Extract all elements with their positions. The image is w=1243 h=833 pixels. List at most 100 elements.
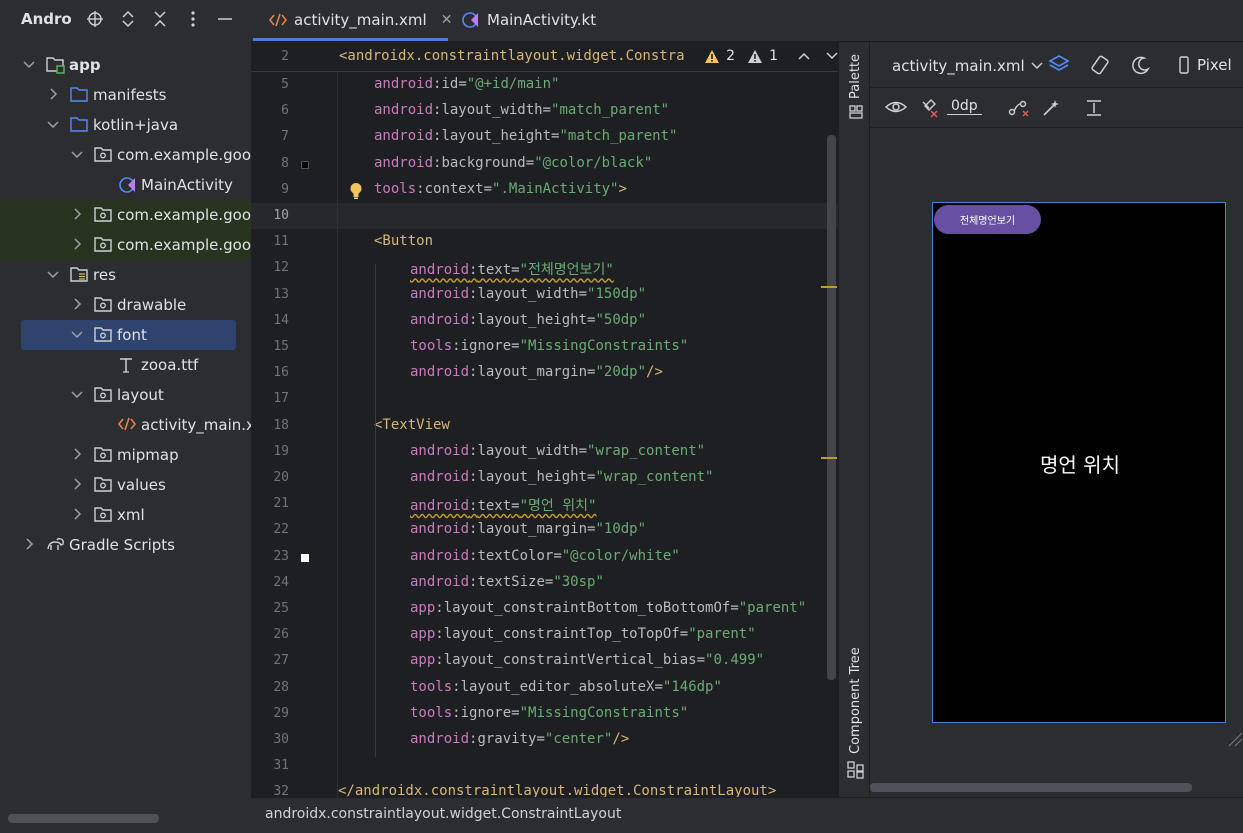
preview-button[interactable]: 전체명언보기	[934, 205, 1041, 234]
tree-item[interactable]: Gradle Scripts	[0, 530, 251, 560]
code-line[interactable]: 29 tools:ignore="MissingConstraints"	[251, 701, 838, 727]
code-line[interactable]: 23 android:textColor="@color/white"	[251, 544, 838, 570]
preview-textview[interactable]: 명언 위치	[933, 449, 1227, 478]
chevron-down-icon[interactable]	[70, 327, 84, 341]
view-options-icon[interactable]	[884, 98, 908, 120]
chevron-right-icon[interactable]	[70, 507, 84, 521]
tree-item[interactable]: zooa.ttf	[0, 350, 251, 380]
code-line[interactable]: 21 android:text="명언 위치"	[251, 491, 838, 517]
chevron-right-icon[interactable]	[46, 87, 60, 101]
code-line[interactable]: 31	[251, 753, 838, 779]
tree-item[interactable]: values	[0, 470, 251, 500]
locate-icon[interactable]	[85, 9, 105, 29]
component-tree-tab[interactable]: Component Tree	[848, 647, 863, 754]
autoconnect-icon[interactable]	[919, 98, 939, 122]
design-canvas[interactable]: 전체명언보기 명언 위치	[870, 128, 1243, 797]
expand-all-icon[interactable]	[118, 9, 138, 29]
code-line[interactable]: 18 <TextView	[251, 413, 838, 439]
code-line[interactable]: 20 android:layout_height="wrap_content"	[251, 465, 838, 491]
tree-item[interactable]: res	[0, 260, 251, 290]
code-line[interactable]: 32 </androidx.constraintlayout.widget.Con…	[251, 779, 838, 797]
chevron-down-icon[interactable]	[70, 387, 84, 401]
code-line[interactable]: 14 android:layout_height="50dp"	[251, 308, 838, 334]
project-horizontal-scrollbar[interactable]	[8, 814, 159, 823]
chevron-right-icon[interactable]	[70, 207, 84, 221]
code-line[interactable]: 5 android:id="@+id/main"	[251, 72, 838, 98]
color-swatch-icon[interactable]	[301, 553, 309, 562]
chevron-down-icon[interactable]	[46, 267, 60, 281]
phone-preview[interactable]: 전체명언보기 명언 위치	[932, 202, 1226, 723]
project-panel-title[interactable]: Andro	[21, 10, 72, 28]
code-line[interactable]: 30 android:gravity="center"/>	[251, 727, 838, 753]
palette-tab[interactable]: Palette	[848, 54, 863, 99]
color-swatch-icon[interactable]	[301, 160, 309, 169]
tree-item[interactable]: kotlin+java	[0, 110, 251, 140]
minimize-icon[interactable]	[215, 9, 235, 29]
warning-marker[interactable]	[821, 457, 837, 459]
orientation-icon[interactable]	[1089, 54, 1111, 80]
chevron-down-icon[interactable]	[826, 51, 838, 61]
code-line[interactable]: 13 android:layout_width="150dp"	[251, 282, 838, 308]
code-line[interactable]: 10	[251, 203, 838, 229]
code-line[interactable]: 6 android:layout_width="match_parent"	[251, 98, 838, 124]
file-dropdown[interactable]: activity_main.xml	[892, 57, 1043, 75]
breadcrumb[interactable]: androidx.constraintlayout.widget.Constra…	[265, 806, 621, 822]
more-options-icon[interactable]	[183, 9, 203, 29]
guidelines-icon[interactable]	[1084, 98, 1104, 122]
chevron-up-icon[interactable]	[798, 51, 810, 61]
chevron-right-icon[interactable]	[70, 477, 84, 491]
chevron-down-icon[interactable]	[70, 147, 84, 161]
chevron-right-icon[interactable]	[70, 297, 84, 311]
tree-item[interactable]: activity_main.xm	[0, 410, 251, 440]
code-line[interactable]: 15 tools:ignore="MissingConstraints"	[251, 334, 838, 360]
code-editor[interactable]: 5 android:id="@+id/main" 6 android:layout_w…	[251, 42, 838, 797]
tree-item[interactable]: font	[0, 320, 251, 350]
editor-vertical-scrollbar[interactable]	[827, 135, 836, 680]
tree-item[interactable]: manifests	[0, 80, 251, 110]
code-line[interactable]: 28 tools:layout_editor_absoluteX="146dp"	[251, 675, 838, 701]
chevron-down-icon[interactable]	[46, 117, 60, 131]
tree-item[interactable]: mipmap	[0, 440, 251, 470]
night-mode-icon[interactable]	[1130, 54, 1152, 80]
code-line[interactable]: 12 android:text="전체명언보기"	[251, 255, 838, 281]
warning-marker[interactable]	[821, 286, 837, 288]
tree-item[interactable]: layout	[0, 380, 251, 410]
tab-activity-main-xml[interactable]: activity_main.xml ✕	[269, 0, 452, 40]
tree-item[interactable]: xml	[0, 500, 251, 530]
sticky-header-line[interactable]: 2 <androidx.constraintlayout.widget.Cons…	[251, 42, 838, 72]
code-line[interactable]: 27 app:layout_constraintVertical_bias="0.…	[251, 648, 838, 674]
close-icon[interactable]: ✕	[441, 12, 453, 28]
clear-constraints-icon[interactable]	[1008, 99, 1030, 121]
chevron-right-icon[interactable]	[70, 237, 84, 251]
tab-mainactivity-kt[interactable]: MainActivity.kt	[461, 0, 596, 40]
component-tree-icon[interactable]	[847, 761, 865, 783]
code-line[interactable]: 22 android:layout_margin="10dp"	[251, 517, 838, 543]
code-line[interactable]: 25 app:layout_constraintBottom_toBottomOf…	[251, 596, 838, 622]
tree-item[interactable]: app	[0, 50, 251, 80]
code-line[interactable]: 16 android:layout_margin="20dp"/>	[251, 360, 838, 386]
chevron-down-icon[interactable]	[22, 57, 36, 71]
chevron-right-icon[interactable]	[70, 447, 84, 461]
default-margin-button[interactable]: 0dp	[947, 98, 982, 115]
collapse-all-icon[interactable]	[150, 9, 170, 29]
infer-constraints-icon[interactable]	[1041, 98, 1061, 122]
code-line[interactable]: 26 app:layout_constraintTop_toTopOf="pare…	[251, 622, 838, 648]
lightbulb-icon[interactable]	[349, 182, 363, 200]
code-line[interactable]: 11 <Button	[251, 229, 838, 255]
palette-icon[interactable]	[848, 104, 864, 124]
inspection-widget[interactable]: 2 1	[698, 48, 838, 64]
tree-item[interactable]: com.example.goodw	[0, 230, 251, 260]
tree-item[interactable]: drawable	[0, 290, 251, 320]
code-line[interactable]: 7 android:layout_height="match_parent"	[251, 124, 838, 150]
code-line[interactable]: 8 android:background="@color/black"	[251, 151, 838, 177]
code-line[interactable]: 19 android:layout_width="wrap_content"	[251, 439, 838, 465]
code-line[interactable]: 9 tools:context=".MainActivity">	[251, 177, 838, 203]
tree-item[interactable]: com.example.goodw	[0, 200, 251, 230]
layers-icon[interactable]	[1048, 54, 1070, 80]
tree-item[interactable]: com.example.goodw	[0, 140, 251, 170]
code-line[interactable]: 17	[251, 386, 838, 412]
tree-item[interactable]: MainActivity	[0, 170, 251, 200]
design-horizontal-scrollbar[interactable]	[870, 783, 1192, 792]
chevron-right-icon[interactable]	[22, 537, 36, 551]
code-line[interactable]: 24 android:textSize="30sp"	[251, 570, 838, 596]
